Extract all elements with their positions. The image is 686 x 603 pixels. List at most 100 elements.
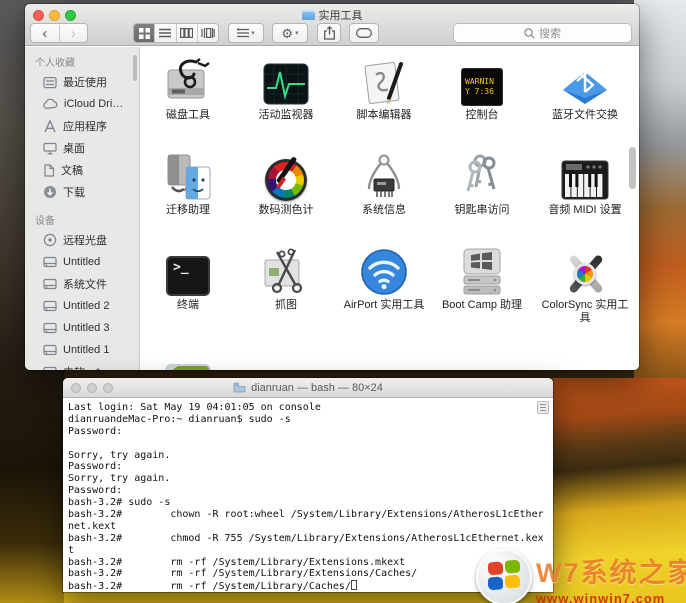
sidebar-item-documents[interactable]: 文稿 <box>25 159 139 181</box>
console-screen-line: WARNIN <box>465 77 502 87</box>
sidebar-item-desktop[interactable]: 桌面 <box>25 137 139 159</box>
drive-icon <box>43 256 57 268</box>
app-grab[interactable]: 抓图 <box>239 248 333 312</box>
console-icon: WARNIN Y 7:36 <box>435 58 529 106</box>
recents-icon <box>43 76 57 89</box>
app-voiceover-utility[interactable] <box>239 348 333 370</box>
zoom-button[interactable] <box>103 383 113 393</box>
column-view-icon[interactable] <box>176 24 197 42</box>
terminal-cursor <box>351 580 357 590</box>
share-icon <box>323 26 336 40</box>
app-system-information[interactable]: 系统信息 <box>337 153 431 217</box>
action-menu-button[interactable]: ⚙ ▾ <box>272 23 308 43</box>
terminal-title: dianruan — bash — 80×24 <box>251 382 383 394</box>
terminal-line: Password: <box>68 485 553 497</box>
view-switcher[interactable] <box>133 23 219 43</box>
sidebar-item-untitled-1[interactable]: Untitled 1 <box>25 339 139 361</box>
app-label: 活动监视器 <box>239 109 333 122</box>
chevron-down-icon: ▾ <box>295 29 299 37</box>
applications-icon <box>43 120 57 133</box>
window-title: 实用工具 <box>25 7 639 23</box>
close-button[interactable] <box>71 383 81 393</box>
airport-utility-icon <box>337 248 431 296</box>
search-input[interactable]: 搜索 <box>453 23 632 43</box>
content-scrollbar[interactable] <box>629 147 636 189</box>
drive-icon <box>43 300 57 312</box>
app-audio-midi-setup[interactable]: 音频 MIDI 设置 <box>538 153 632 217</box>
coverflow-view-icon[interactable] <box>197 24 218 42</box>
sidebar-item-system-files[interactable]: 系统文件 <box>25 273 139 295</box>
icon-view-icon[interactable] <box>134 24 154 42</box>
sidebar-item-recents[interactable]: 最近使用 <box>25 71 139 93</box>
folder-icon <box>302 10 315 20</box>
share-button[interactable] <box>317 23 341 43</box>
app-digital-color-meter[interactable]: 数码测色计 <box>239 153 333 217</box>
app-label: 脚本编辑器 <box>337 109 431 122</box>
finder-titlebar[interactable]: 实用工具 ‹ › ▾ ⚙ ▾ <box>25 4 639 46</box>
drive-icon <box>43 278 57 290</box>
app-label: ColorSync 实用工具 <box>538 299 632 325</box>
home-folder-icon <box>233 382 246 393</box>
sidebar-item-untitled-2[interactable]: Untitled 2 <box>25 295 139 317</box>
terminal-line: dianruandeMac-Pro:~ dianruan$ sudo -s <box>68 414 553 426</box>
app-grapher[interactable] <box>141 346 235 370</box>
sidebar-item-dianruan[interactable]: 电软 <box>25 361 139 370</box>
app-script-editor[interactable]: 脚本编辑器 <box>337 58 431 122</box>
sidebar-section-favorites: 个人收藏 <box>25 51 139 71</box>
sidebar-scrollbar[interactable] <box>133 55 137 81</box>
terminal-scrollbar-icon[interactable] <box>537 401 549 414</box>
activity-monitor-icon <box>239 58 333 106</box>
back-icon[interactable]: ‹ <box>31 25 59 42</box>
sidebar-item-untitled-3[interactable]: Untitled 3 <box>25 317 139 339</box>
drive-icon <box>43 322 57 334</box>
nav-buttons[interactable]: ‹ › <box>30 23 88 43</box>
sidebar-item-untitled[interactable]: Untitled <box>25 251 139 273</box>
wallpaper-snow-mountain <box>634 0 686 380</box>
app-airport-utility[interactable]: AirPort 实用工具 <box>337 248 431 312</box>
tag-icon <box>356 28 372 38</box>
forward-icon[interactable]: › <box>59 25 88 42</box>
terminal-line: Sorry, try again. <box>68 473 553 485</box>
search-placeholder: 搜索 <box>539 25 561 41</box>
app-terminal[interactable]: >_ 终端 <box>141 248 235 312</box>
terminal-app-icon: >_ <box>141 248 235 296</box>
sidebar-item-downloads[interactable]: 下载 <box>25 181 139 203</box>
app-migration-assistant[interactable]: 迁移助理 <box>141 153 235 217</box>
drive-icon <box>43 344 57 356</box>
sidebar-item-applications[interactable]: 应用程序 <box>25 115 139 137</box>
app-colorsync-utility[interactable]: ColorSync 实用工具 <box>538 248 632 325</box>
terminal-titlebar[interactable]: dianruan — bash — 80×24 <box>63 378 553 398</box>
finder-window: 实用工具 ‹ › ▾ ⚙ ▾ <box>25 4 639 370</box>
app-label: 系统信息 <box>337 204 431 217</box>
tag-button[interactable] <box>349 23 379 43</box>
audio-midi-setup-icon <box>538 153 632 201</box>
eject-icon[interactable] <box>93 368 103 371</box>
list-view-icon[interactable] <box>154 24 175 42</box>
app-console[interactable]: WARNIN Y 7:36 控制台 <box>435 58 529 122</box>
keychain-access-icon <box>435 153 529 201</box>
app-disk-utility[interactable]: 磁盘工具 <box>141 58 235 122</box>
app-boot-camp-assistant[interactable]: Boot Camp 助理 <box>435 248 529 312</box>
sidebar-section-devices: 设备 <box>25 209 139 229</box>
app-keychain-access[interactable]: 钥匙串访问 <box>435 153 529 217</box>
disk-utility-icon <box>141 58 235 106</box>
site-watermark: W7系统之家 www.winwin7.com <box>476 549 686 603</box>
desktop-icon <box>43 142 57 155</box>
arrange-menu-button[interactable]: ▾ <box>228 23 264 43</box>
app-activity-monitor[interactable]: 活动监视器 <box>239 58 333 122</box>
app-label: 终端 <box>141 299 235 312</box>
grab-icon <box>239 248 333 296</box>
minimize-button[interactable] <box>87 383 97 393</box>
app-label: 音频 MIDI 设置 <box>538 204 632 217</box>
app-label: Boot Camp 助理 <box>435 299 529 312</box>
gear-icon: ⚙ <box>281 27 293 40</box>
sidebar-item-remote-disc[interactable]: 远程光盘 <box>25 229 139 251</box>
chevron-down-icon: ▾ <box>251 29 255 37</box>
script-editor-icon <box>337 58 431 106</box>
sidebar-item-icloud[interactable]: iCloud Dri… <box>25 93 139 115</box>
voiceover-utility-icon <box>239 348 333 370</box>
app-bluetooth-file-exchange[interactable]: 蓝牙文件交换 <box>538 58 632 122</box>
windows-logo-icon <box>476 549 532 603</box>
grapher-icon <box>141 346 235 370</box>
app-label: 抓图 <box>239 299 333 312</box>
